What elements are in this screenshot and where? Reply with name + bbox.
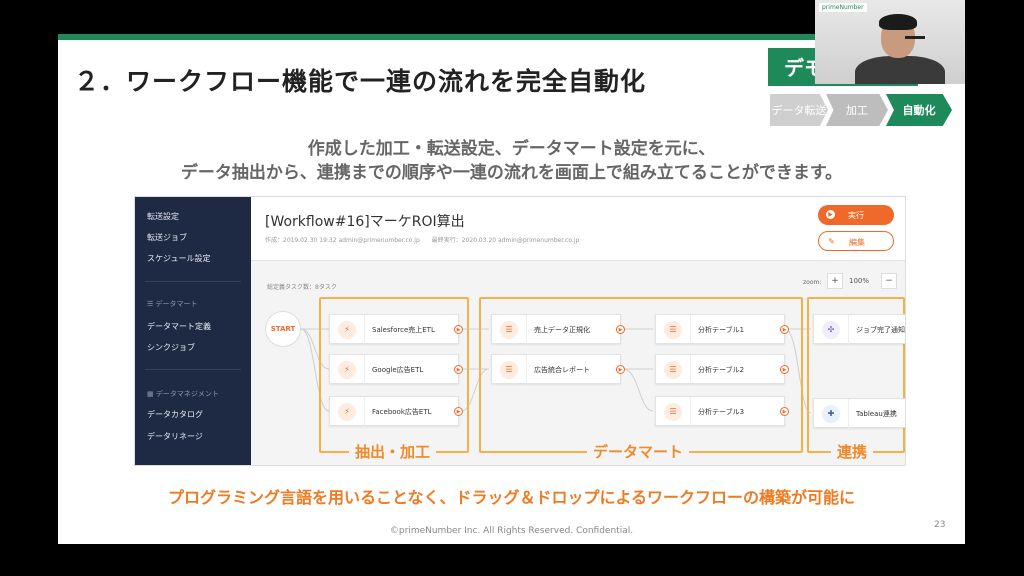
output-port-icon[interactable]: ▶ bbox=[454, 365, 463, 374]
database-icon: ☰ bbox=[664, 321, 682, 339]
table-node[interactable]: ☰ 分析テーブル2 ▶ bbox=[655, 354, 789, 385]
presenter-hair bbox=[879, 14, 917, 30]
copyright-footer: ©primeNumber Inc. All Rights Reserved. C… bbox=[389, 526, 634, 536]
step-processing: 加工 bbox=[826, 94, 888, 126]
output-port-icon[interactable]: ▶ bbox=[780, 325, 789, 334]
etl-node-label: Salesforce売上ETL bbox=[372, 326, 435, 334]
slide: ２．ワークフロー機能で一連の流れを完全自動化 デモ データ転送 加工 自動化 作… bbox=[58, 34, 965, 544]
database-icon: ☰ bbox=[500, 361, 518, 379]
output-node-label: ジョブ完了通知 bbox=[856, 326, 905, 334]
etl-node[interactable]: ⚡ Salesforce売上ETL ▶ bbox=[329, 314, 463, 345]
datamart-node[interactable]: ☰ 売上データ正規化 ▶ bbox=[491, 314, 625, 345]
step-data-transfer: データ転送 bbox=[770, 94, 828, 126]
bottom-message: プログラミング言語を用いることなく、ドラッグ＆ドロップによるワークフローの構築が… bbox=[167, 488, 856, 507]
output-node[interactable]: ✚ Tableau連携 bbox=[813, 398, 905, 429]
database-icon: ☰ bbox=[500, 321, 518, 339]
tableau-icon: ✚ bbox=[822, 405, 840, 423]
webcam-overlay: primeNumber bbox=[815, 0, 965, 84]
etl-node[interactable]: ⚡ Facebook広告ETL ▶ bbox=[329, 396, 463, 427]
etl-node-label: Facebook広告ETL bbox=[372, 408, 432, 416]
output-node-label: Tableau連携 bbox=[856, 410, 897, 418]
subtitle-line-1: 作成した加工・転送設定、データマート設定を元に、 bbox=[307, 139, 716, 159]
page-number: 23 bbox=[934, 520, 946, 530]
subtitle-line-2: データ抽出から、連携までの順序や一連の流れを画面上で組み立てることができます。 bbox=[180, 163, 843, 183]
group-label-integration: 連携 bbox=[831, 441, 874, 462]
etl-icon: ⚡ bbox=[338, 403, 356, 421]
table-node[interactable]: ☰ 分析テーブル1 ▶ bbox=[655, 314, 789, 345]
slack-icon: ✣ bbox=[822, 321, 840, 339]
output-port-icon[interactable]: ▶ bbox=[616, 365, 625, 374]
group-label-extract-process: 抽出・加工 bbox=[349, 441, 437, 462]
presenter-body bbox=[855, 56, 945, 84]
database-icon: ☰ bbox=[664, 361, 682, 379]
etl-icon: ⚡ bbox=[338, 361, 356, 379]
output-port-icon[interactable]: ▶ bbox=[780, 365, 789, 374]
table-node-label: 分析テーブル3 bbox=[698, 408, 745, 416]
datamart-node-label: 売上データ正規化 bbox=[534, 326, 590, 334]
headset-mic-icon bbox=[905, 36, 925, 39]
output-port-icon[interactable]: ▶ bbox=[616, 325, 625, 334]
output-port-icon[interactable]: ▶ bbox=[454, 325, 463, 334]
output-port-icon[interactable]: ▶ bbox=[780, 407, 789, 416]
database-icon: ☰ bbox=[664, 403, 682, 421]
etl-node[interactable]: ⚡ Google広告ETL ▶ bbox=[329, 354, 463, 385]
datamart-node[interactable]: ☰ 広告統合レポート ▶ bbox=[491, 354, 625, 385]
start-node[interactable]: START bbox=[265, 311, 301, 347]
etl-node-label: Google広告ETL bbox=[372, 366, 424, 374]
output-port-icon[interactable]: ▶ bbox=[454, 407, 463, 416]
table-node-label: 分析テーブル1 bbox=[698, 326, 745, 334]
group-label-datamart: データマート bbox=[587, 441, 690, 462]
webcam-logo: primeNumber bbox=[819, 3, 867, 12]
step-automation: 自動化 bbox=[886, 94, 952, 126]
app-screenshot: 転送設定 転送ジョブ スケジュール設定 ☰ データマート データマート定義 シン… bbox=[134, 196, 906, 466]
output-node[interactable]: ✣ ジョブ完了通知 bbox=[813, 314, 905, 345]
datamart-node-label: 広告統合レポート bbox=[534, 366, 590, 374]
etl-icon: ⚡ bbox=[338, 321, 356, 339]
slide-title: ２．ワークフロー機能で一連の流れを完全自動化 bbox=[74, 67, 647, 96]
table-node-label: 分析テーブル2 bbox=[698, 366, 745, 374]
table-node[interactable]: ☰ 分析テーブル3 ▶ bbox=[655, 396, 789, 427]
